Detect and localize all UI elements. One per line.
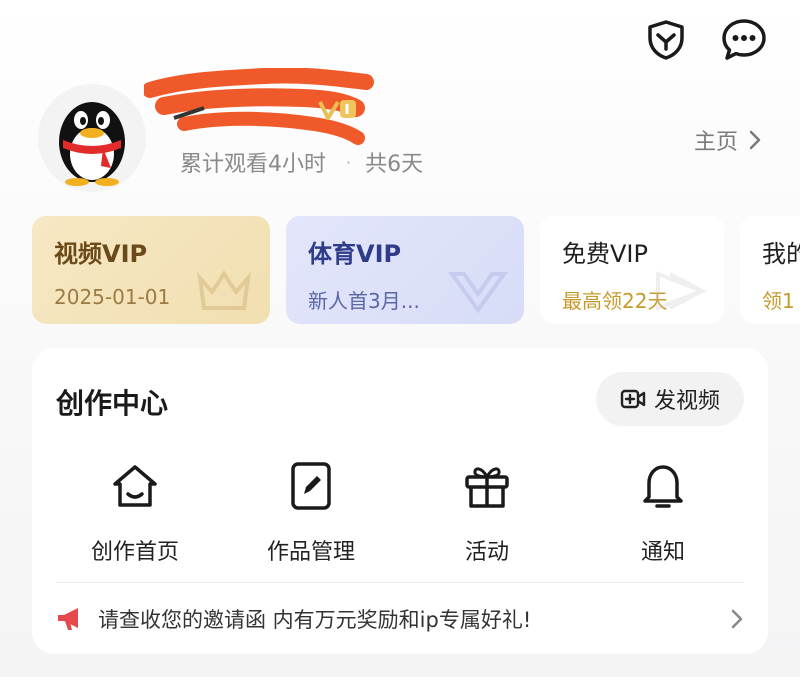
homepage-label: 主页	[693, 130, 738, 155]
tool-activities[interactable]: 活动	[399, 458, 575, 566]
watch-time: 累计观看4小时	[180, 152, 326, 177]
tool-label: 通知	[640, 540, 685, 565]
homepage-link[interactable]: 主页	[694, 124, 762, 156]
watch-days: 共6天	[365, 152, 424, 177]
post-video-label: 发视频	[653, 389, 720, 414]
sport-vip-card[interactable]: 体育VIP 新人首3月...	[286, 216, 524, 324]
my-card-title: 我的	[762, 240, 800, 268]
penguin-avatar-icon	[59, 102, 125, 186]
tool-notifications[interactable]: 通知	[575, 458, 751, 566]
sport-vip-title: 体育VIP	[308, 240, 402, 268]
megaphone-icon	[58, 608, 78, 630]
vip-level-badge-icon	[318, 100, 356, 120]
tool-works-management[interactable]: 作品管理	[223, 458, 399, 566]
invitation-notice[interactable]: 请查收您的邀请函 内有万元奖励和ip专属好礼!	[56, 596, 744, 642]
crown-watermark-icon	[197, 270, 251, 310]
shield-icon[interactable]	[642, 16, 690, 64]
divider	[56, 582, 744, 583]
free-vip-title: 免费VIP	[562, 240, 648, 268]
v-watermark-icon	[448, 272, 508, 314]
chevron-right-icon	[749, 130, 761, 150]
gift-icon	[459, 458, 515, 514]
tool-label: 活动	[464, 540, 509, 565]
tool-label: 作品管理	[266, 540, 355, 565]
free-vip-card[interactable]: 免费VIP 最高领22天	[540, 216, 724, 324]
creator-tools: 创作首页 作品管理 活动 通知	[32, 458, 768, 566]
chat-bubble-icon[interactable]	[720, 16, 768, 64]
video-camera-icon	[620, 389, 646, 409]
notice-text: 请查收您的邀请函 内有万元奖励和ip专属好礼!	[98, 608, 532, 632]
bell-icon	[635, 458, 691, 514]
chevron-right-icon	[731, 609, 743, 629]
watch-stats: 累计观看4小时 · 共6天	[180, 146, 423, 178]
tool-creator-home[interactable]: 创作首页	[47, 458, 223, 566]
creator-center-card: 创作中心 发视频 创作首页 作品管理 活动 通知 请查收您的邀请函 内有万元奖励…	[32, 348, 768, 654]
play-watermark-icon	[656, 271, 708, 311]
avatar[interactable]	[38, 84, 146, 192]
my-vip-card[interactable]: 我的 领1	[740, 216, 800, 324]
home-icon	[107, 458, 163, 514]
video-vip-title: 视频VIP	[54, 240, 148, 268]
video-vip-card[interactable]: 视频VIP 2025-01-01	[32, 216, 270, 324]
my-page: 累计观看4小时 · 共6天 主页 视频VIP 2025-01-01 体育VIP …	[0, 0, 800, 677]
edit-icon	[283, 458, 339, 514]
post-video-button[interactable]: 发视频	[595, 372, 744, 426]
creator-center-title: 创作中心	[56, 387, 169, 420]
tool-label: 创作首页	[90, 540, 179, 565]
separator-dot: ·	[346, 152, 352, 172]
my-card-promo: 领1	[762, 289, 795, 313]
